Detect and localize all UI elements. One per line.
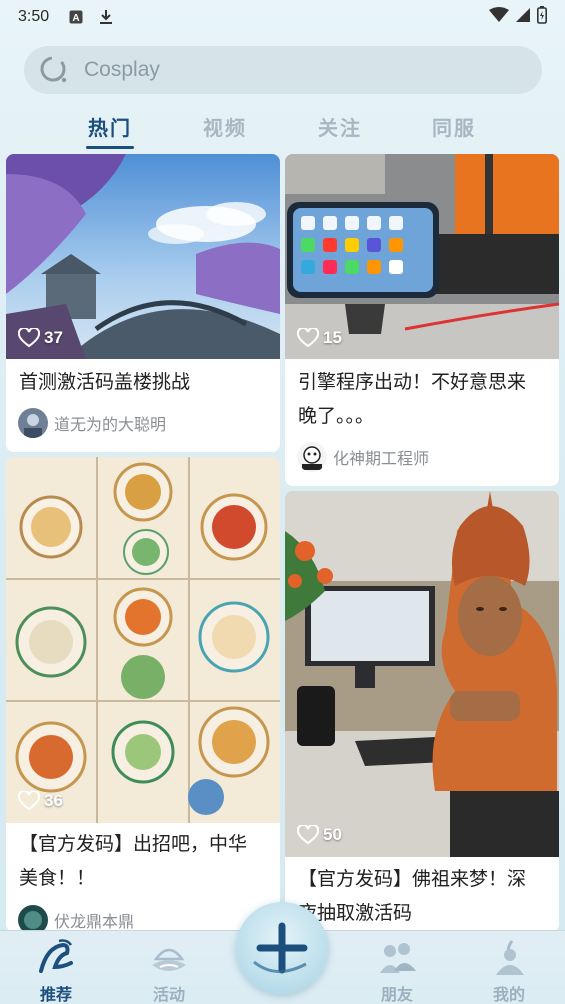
nav-activity[interactable]: 活动 [134,937,204,1004]
status-time: 3:50 [18,8,50,25]
like-count[interactable]: 36 [18,791,63,811]
like-count[interactable]: 50 [297,825,342,845]
app-notification-icon: A [69,10,83,24]
search-placeholder: Cosplay [84,58,160,81]
post-title: 【官方发码】出招吧，中华 美食！！ [19,828,268,896]
post-title: 引擎程序出动！不好意思来 晚了。。。 [298,366,547,434]
nav-label: 活动 [152,985,185,1004]
active-tab-indicator [86,146,134,149]
profile-icon [496,940,524,975]
post-card[interactable]: 36 【官方发码】出招吧，中华 美食！！ 伏龙鼎本鼎 [6,457,280,932]
like-count-value: 50 [323,825,342,844]
post-title-line: 【官方发码】佛祖来梦！深 [298,869,527,890]
tab-video[interactable]: 视频 [203,112,247,141]
heart-icon [18,328,40,348]
post-author[interactable]: 化神期工程师 [297,442,429,472]
nav-recommend[interactable]: 推荐 [21,937,91,1004]
nav-friends[interactable]: 朋友 [362,937,432,1004]
post-title-line: 美食！！ [19,868,96,889]
plus-icon [253,922,308,974]
tab-same-server[interactable]: 同服 [432,112,476,141]
heart-icon [297,328,319,348]
nav-label: 朋友 [380,985,413,1004]
post-author[interactable]: 道无为的大聪明 [18,408,166,438]
author-name: 化神期工程师 [333,451,430,468]
post-image [6,457,280,823]
heart-icon [18,791,40,811]
battery-icon [537,5,547,29]
post-author[interactable]: 伏龙鼎本鼎 [18,905,134,932]
svg-text:A: A [73,13,80,24]
activity-icon [152,948,186,971]
signal-icon [515,7,531,28]
post-card[interactable]: 50 【官方发码】佛祖来梦！深 夜抽取激活码 [285,491,559,932]
search-bar[interactable]: Cosplay [24,46,542,94]
like-count-value: 36 [44,791,63,810]
nav-label: 推荐 [39,985,72,1004]
avatar [18,408,48,438]
recommend-icon [39,939,73,973]
post-card[interactable]: 37 首测激活码盖楼挑战 道无为的大聪明 [6,154,280,452]
post-image [285,491,559,857]
search-icon [40,56,67,83]
tab-hot[interactable]: 热门 [88,112,132,141]
nav-mine[interactable]: 我的 [474,937,544,1004]
avatar [297,442,327,472]
heart-icon [297,825,319,845]
wifi-icon [489,6,509,28]
create-post-button[interactable] [236,902,328,994]
post-title-line: 晚了。。。 [298,406,375,427]
like-count[interactable]: 37 [18,328,63,348]
friends-icon [380,943,416,973]
post-title: 首测激活码盖楼挑战 [19,372,191,393]
avatar [18,905,48,932]
status-bar: 3:50 A [0,0,565,34]
feed-tabs: 热门 视频 关注 同服 [0,108,565,149]
like-count-value: 37 [44,328,63,347]
author-name: 道无为的大聪明 [54,417,167,434]
post-title: 【官方发码】佛祖来梦！深 夜抽取激活码 [298,863,547,931]
post-title-line: 【官方发码】出招吧，中华 [19,834,248,855]
like-count-value: 15 [323,328,342,347]
post-card[interactable]: 15 引擎程序出动！不好意思来 晚了。。。 化神期工程师 [285,154,559,486]
like-count[interactable]: 15 [297,328,342,348]
tab-follow[interactable]: 关注 [318,112,362,141]
post-title-line: 夜抽取激活码 [298,903,413,924]
download-icon [99,10,113,24]
post-title-line: 引擎程序出动！不好意思来 [298,372,527,393]
nav-label: 我的 [492,985,525,1004]
author-name: 伏龙鼎本鼎 [54,914,135,931]
